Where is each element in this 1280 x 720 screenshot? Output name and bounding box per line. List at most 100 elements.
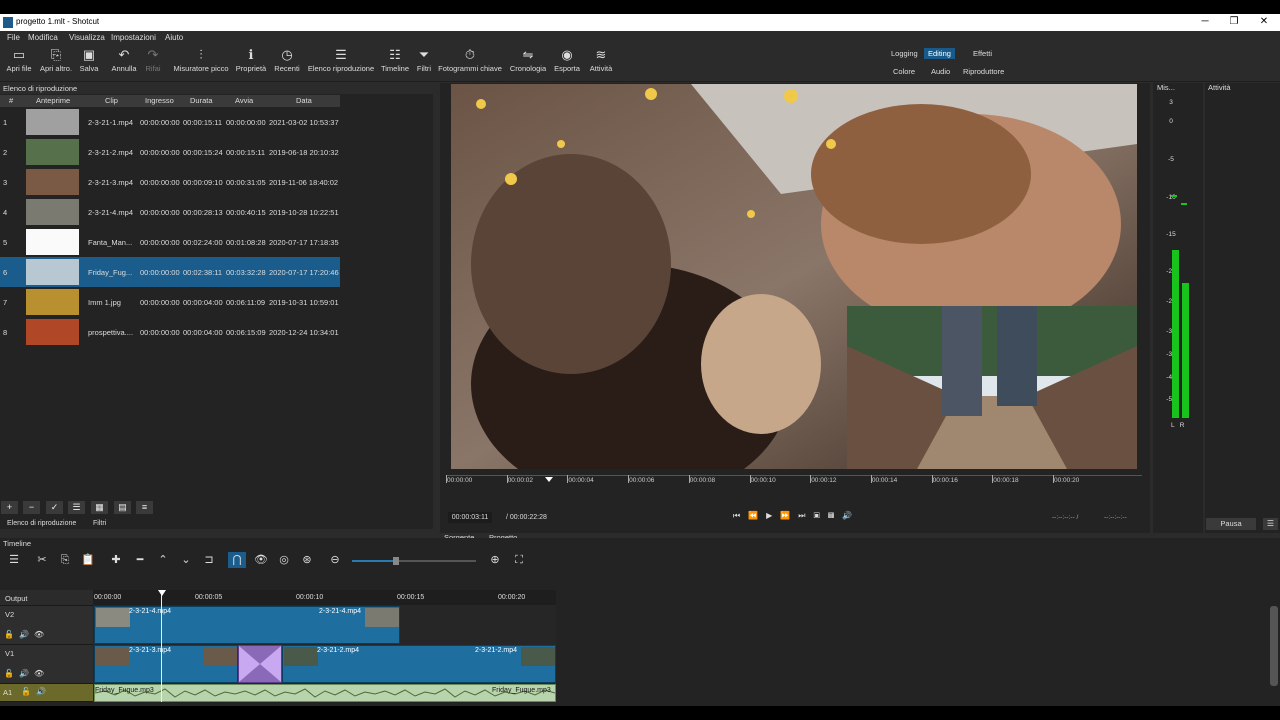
col-date[interactable]: Data: [296, 96, 312, 105]
play-icon[interactable]: ▶: [766, 511, 780, 520]
maximize-button[interactable]: ❐: [1224, 15, 1244, 29]
open-file-button[interactable]: ▭ Apri file: [4, 46, 34, 73]
v2-track-header[interactable]: V2 🔓🔊👁: [0, 606, 93, 645]
mute-icon[interactable]: 🔊: [36, 687, 51, 696]
activity-menu-icon[interactable]: ☰: [1263, 518, 1278, 530]
overwrite-icon[interactable]: ⌄: [177, 552, 195, 568]
history-button[interactable]: ⇋ Cronologia: [508, 46, 548, 73]
audio-clip[interactable]: Friday_Fugue.mp3 Friday_Fugue.mp3: [94, 684, 556, 702]
menu-impostazioni[interactable]: Impostazioni: [111, 33, 156, 42]
skip-previous-icon[interactable]: ⏮: [733, 511, 748, 520]
tab-filters[interactable]: Filtri: [89, 518, 110, 530]
cut-icon[interactable]: ✂: [33, 552, 51, 568]
filters-button[interactable]: ⏷ Filtri: [414, 46, 434, 73]
undo-button[interactable]: ↶ Annulla: [110, 46, 138, 73]
timeline-scrollbar[interactable]: [1270, 606, 1278, 686]
menu-modifica[interactable]: Modifica: [28, 33, 58, 42]
position-timecode[interactable]: 00:00:03:11: [448, 512, 492, 523]
table-row[interactable]: 1 2-3-21-1.mp4 00:00:00:00 00:00:15:11 00:00…: [0, 107, 340, 137]
remove-button[interactable]: −: [23, 501, 40, 514]
menu-aiuto[interactable]: Aiuto: [165, 33, 183, 42]
layout-effetti[interactable]: Effetti: [969, 48, 996, 59]
player-playhead[interactable]: [545, 477, 553, 482]
timeline-clip[interactable]: 2-3-21-4.mp4 2-3-21-4.mp4: [94, 606, 400, 644]
close-button[interactable]: ✕: [1254, 15, 1274, 29]
scrub-icon[interactable]: 👁: [252, 552, 270, 568]
zoom-slider-handle[interactable]: [393, 557, 399, 565]
col-in[interactable]: Ingresso: [145, 96, 174, 105]
layout-editing[interactable]: Editing: [924, 48, 955, 59]
append-icon[interactable]: ✚: [107, 552, 125, 568]
playlist-menu-button[interactable]: ≡: [136, 501, 153, 514]
layout-riproduttore[interactable]: Riproduttore: [959, 66, 1008, 77]
volume-icon[interactable]: 🔊: [842, 511, 860, 520]
zoom-slider[interactable]: [352, 557, 476, 565]
a1-track-header[interactable]: A1 🔓🔊: [0, 684, 93, 702]
skip-next-icon[interactable]: ⏭: [798, 511, 813, 520]
mute-icon[interactable]: 🔊: [19, 669, 34, 678]
peak-meter-button[interactable]: ⫶ Misuratore picco: [172, 46, 230, 73]
transition-clip[interactable]: [238, 645, 282, 683]
ripple-delete-icon[interactable]: ━: [131, 552, 149, 568]
keyframes-button[interactable]: ⏱ Fotogrammi chiave: [438, 46, 502, 73]
table-row[interactable]: 3 2-3-21-3.mp4 00:00:00:00 00:00:09:10 00:00…: [0, 167, 340, 197]
table-row[interactable]: 7 Imm 1.jpg 00:00:00:00 00:00:04:00 00:06:11…: [0, 287, 340, 317]
table-row[interactable]: 6 Friday_Fug... 00:00:00:00 00:02:38:11 00:0…: [0, 257, 340, 287]
col-clip[interactable]: Clip: [105, 96, 118, 105]
tab-playlist[interactable]: Elenco di riproduzione: [3, 518, 80, 530]
zoom-in-icon[interactable]: ⊕: [486, 552, 504, 568]
playlist-button[interactable]: ☰ Elenco riproduzione: [307, 46, 375, 73]
lock-icon[interactable]: 🔓: [4, 630, 19, 639]
table-row[interactable]: 4 2-3-21-4.mp4 00:00:00:00 00:00:28:13 00:00…: [0, 197, 340, 227]
timeline-menu-icon[interactable]: ☰: [5, 552, 23, 568]
jobs-button[interactable]: ≋ Attività: [586, 46, 616, 73]
timeline-button[interactable]: ☷ Timeline: [379, 46, 411, 73]
ripple-icon[interactable]: ◎: [275, 552, 293, 568]
timeline-clip[interactable]: 2-3-21-3.mp4: [94, 645, 238, 683]
tiles-view-button[interactable]: ▦: [91, 501, 108, 514]
timeline-clip[interactable]: 2-3-21-2.mp4 2-3-21-2.mp4: [282, 645, 556, 683]
open-other-button[interactable]: ⎘ Apri altro.: [38, 46, 74, 73]
timeline-playhead[interactable]: [161, 590, 162, 702]
playhead-marker[interactable]: [158, 590, 166, 596]
export-button[interactable]: ◉ Esporta: [552, 46, 582, 73]
snap-icon[interactable]: ⋂: [228, 552, 246, 568]
add-button[interactable]: +: [1, 501, 18, 514]
layout-audio[interactable]: Audio: [927, 66, 954, 77]
layout-logging[interactable]: Logging: [887, 48, 922, 59]
col-thumbnails[interactable]: Anteprime: [36, 96, 70, 105]
zoom-out-icon[interactable]: ⊖: [326, 552, 344, 568]
paste-icon[interactable]: 📋: [79, 552, 97, 568]
grid-icon[interactable]: ▦: [828, 511, 842, 520]
pause-button[interactable]: Pausa: [1206, 518, 1256, 530]
mute-icon[interactable]: 🔊: [19, 630, 34, 639]
menu-visualizza[interactable]: Visualizza: [69, 33, 105, 42]
split-icon[interactable]: ⊐: [200, 552, 218, 568]
eye-icon[interactable]: 👁: [34, 630, 49, 639]
table-row[interactable]: 2 2-3-21-2.mp4 00:00:00:00 00:00:15:24 00:00…: [0, 137, 340, 167]
zoom-fit-icon[interactable]: ⛶: [510, 552, 528, 568]
video-preview[interactable]: [451, 84, 1137, 469]
lock-icon[interactable]: 🔓: [21, 687, 36, 696]
table-row[interactable]: 5 Fanta_Man... 00:00:00:00 00:02:24:00 00:01…: [0, 227, 340, 257]
table-row[interactable]: 8 prospettiva.... 00:00:00:00 00:00:04:00 00…: [0, 317, 340, 347]
zoom-icon[interactable]: ▣: [814, 511, 828, 520]
minimize-button[interactable]: ─: [1195, 15, 1215, 29]
layout-colore[interactable]: Colore: [889, 66, 919, 77]
update-button[interactable]: ✓: [46, 501, 63, 514]
menu-file[interactable]: File: [7, 33, 20, 42]
recent-button[interactable]: ◷ Recenti: [272, 46, 302, 73]
lift-icon[interactable]: ⌃: [154, 552, 172, 568]
icons-view-button[interactable]: ▤: [114, 501, 131, 514]
save-button[interactable]: ▣ Salva: [78, 46, 100, 73]
eye-icon[interactable]: 👁: [34, 669, 49, 678]
col-duration[interactable]: Durata: [190, 96, 213, 105]
rewind-icon[interactable]: ⏪: [748, 511, 766, 520]
v1-track-header[interactable]: V1 🔓🔊👁: [0, 645, 93, 684]
copy-icon[interactable]: ⎘: [56, 552, 74, 568]
ripple-all-icon[interactable]: ⊛: [298, 552, 316, 568]
fast-forward-icon[interactable]: ⏩: [780, 511, 798, 520]
properties-button[interactable]: ℹ Proprietà: [234, 46, 268, 73]
col-number[interactable]: #: [9, 96, 13, 105]
redo-button[interactable]: ↷ Rifai: [142, 46, 164, 73]
